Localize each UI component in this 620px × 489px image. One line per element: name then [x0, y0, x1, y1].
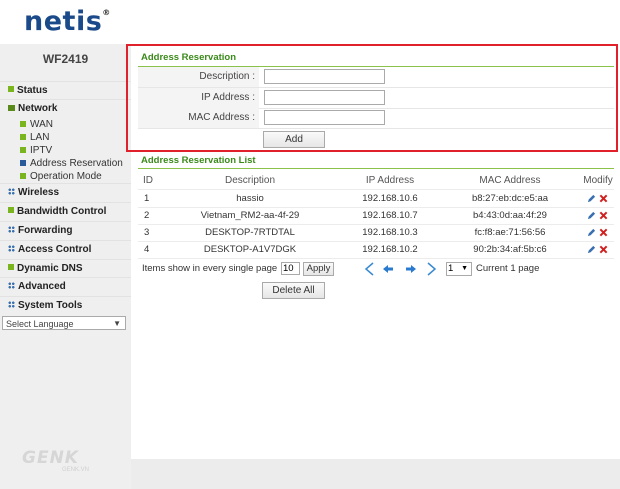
sidebar-sub-iptv[interactable]: IPTV — [20, 144, 52, 157]
table-cell-mac: fc:f8:ae:71:56:56 — [474, 227, 546, 238]
table-cell-description: hassio — [236, 193, 264, 204]
green-square-icon — [20, 173, 26, 179]
last-page-icon[interactable] — [426, 262, 438, 276]
table-cell-ip: 192.168.10.3 — [362, 227, 418, 238]
sidebar: WF2419 Status Network WAN LAN IPTV Addre… — [0, 44, 132, 489]
sidebar-sub-lan[interactable]: LAN — [20, 131, 49, 144]
current-page-label: Current 1 page — [476, 263, 540, 274]
delete-x-icon[interactable] — [599, 194, 608, 203]
sidebar-sub-address-reservation[interactable]: Address Reservation — [20, 157, 123, 170]
sidebar-item-advanced[interactable]: Advanced — [0, 277, 131, 295]
previous-page-icon[interactable] — [382, 264, 394, 274]
table-cell-ip: 192.168.10.2 — [362, 244, 418, 255]
table-cell-ip: 192.168.10.6 — [362, 193, 418, 204]
chevron-down-icon: ▼ — [113, 319, 121, 328]
column-header-description: Description — [224, 175, 276, 186]
edit-pencil-icon[interactable] — [587, 245, 596, 254]
sidebar-sub-wan[interactable]: WAN — [20, 118, 53, 131]
column-header-ip: IP Address — [365, 175, 415, 186]
list-section-title: Address Reservation List — [141, 155, 256, 166]
grid-dots-icon — [8, 245, 15, 252]
items-per-page-label: Items show in every single page — [142, 263, 278, 274]
model-name: WF2419 — [42, 52, 89, 66]
bottom-area — [131, 459, 620, 489]
grid-dots-icon — [8, 282, 15, 289]
grid-dots-icon — [8, 188, 15, 195]
genk-watermark-sub: GENK.VN — [62, 467, 90, 473]
sidebar-sub-operation-mode[interactable]: Operation Mode — [20, 170, 102, 183]
list-divider — [138, 168, 614, 169]
sidebar-item-network[interactable]: Network — [0, 99, 131, 117]
table-cell-mac: 90:2b:34:af:5b:c6 — [473, 244, 547, 255]
sidebar-item-access-control[interactable]: Access Control — [0, 240, 131, 258]
column-header-modify: Modify — [583, 175, 613, 186]
green-square-icon — [20, 121, 26, 127]
delete-x-icon[interactable] — [599, 228, 608, 237]
green-square-icon — [20, 134, 26, 140]
first-page-icon[interactable] — [363, 262, 375, 276]
language-select[interactable]: Select Language ▼ — [2, 316, 126, 330]
sidebar-item-bandwidth-control[interactable]: Bandwidth Control — [0, 202, 131, 220]
blue-square-icon — [20, 160, 26, 166]
sidebar-item-wireless[interactable]: Wireless — [0, 183, 131, 201]
table-cell-ip: 192.168.10.7 — [362, 210, 418, 221]
page-select[interactable]: 1 ▼ — [446, 262, 472, 276]
green-square-icon — [8, 264, 14, 270]
table-cell-description: DESKTOP-7RTDTAL — [205, 227, 295, 238]
items-per-page-input[interactable] — [281, 262, 300, 275]
genk-watermark-text: GENK — [22, 448, 79, 468]
table-cell-mac: b4:43:0d:aa:4f:29 — [473, 210, 547, 221]
edit-pencil-icon[interactable] — [587, 194, 596, 203]
delete-x-icon[interactable] — [599, 245, 608, 254]
chevron-down-icon: ▼ — [461, 265, 468, 272]
table-cell-description: DESKTOP-A1V7DGK — [203, 244, 297, 255]
table-cell-description: Vietnam_RM2-aa-4f-29 — [200, 210, 300, 221]
grid-dots-icon — [8, 301, 15, 308]
row-divider — [138, 258, 614, 259]
top-header: netis® — [0, 0, 620, 44]
green-square-icon — [20, 147, 26, 153]
next-page-icon[interactable] — [405, 264, 417, 274]
list-icon — [8, 105, 15, 111]
edit-pencil-icon[interactable] — [587, 211, 596, 220]
green-square-icon — [8, 86, 14, 92]
highlight-frame — [126, 44, 618, 152]
delete-x-icon[interactable] — [599, 211, 608, 220]
edit-pencil-icon[interactable] — [587, 228, 596, 237]
apply-button[interactable]: Apply — [303, 262, 334, 276]
green-square-icon — [8, 207, 14, 213]
netis-logo: netis® — [24, 6, 111, 37]
sidebar-item-dynamic-dns[interactable]: Dynamic DNS — [0, 259, 131, 277]
sidebar-item-system-tools[interactable]: System Tools — [0, 296, 131, 314]
sidebar-item-status[interactable]: Status — [0, 81, 131, 99]
column-header-mac: MAC Address — [479, 175, 541, 186]
grid-dots-icon — [8, 226, 15, 233]
table-cell-mac: b8:27:eb:dc:e5:aa — [471, 193, 549, 204]
delete-all-button[interactable]: Delete All — [262, 282, 325, 299]
column-header-id: ID — [143, 175, 153, 186]
sidebar-item-forwarding[interactable]: Forwarding — [0, 221, 131, 239]
